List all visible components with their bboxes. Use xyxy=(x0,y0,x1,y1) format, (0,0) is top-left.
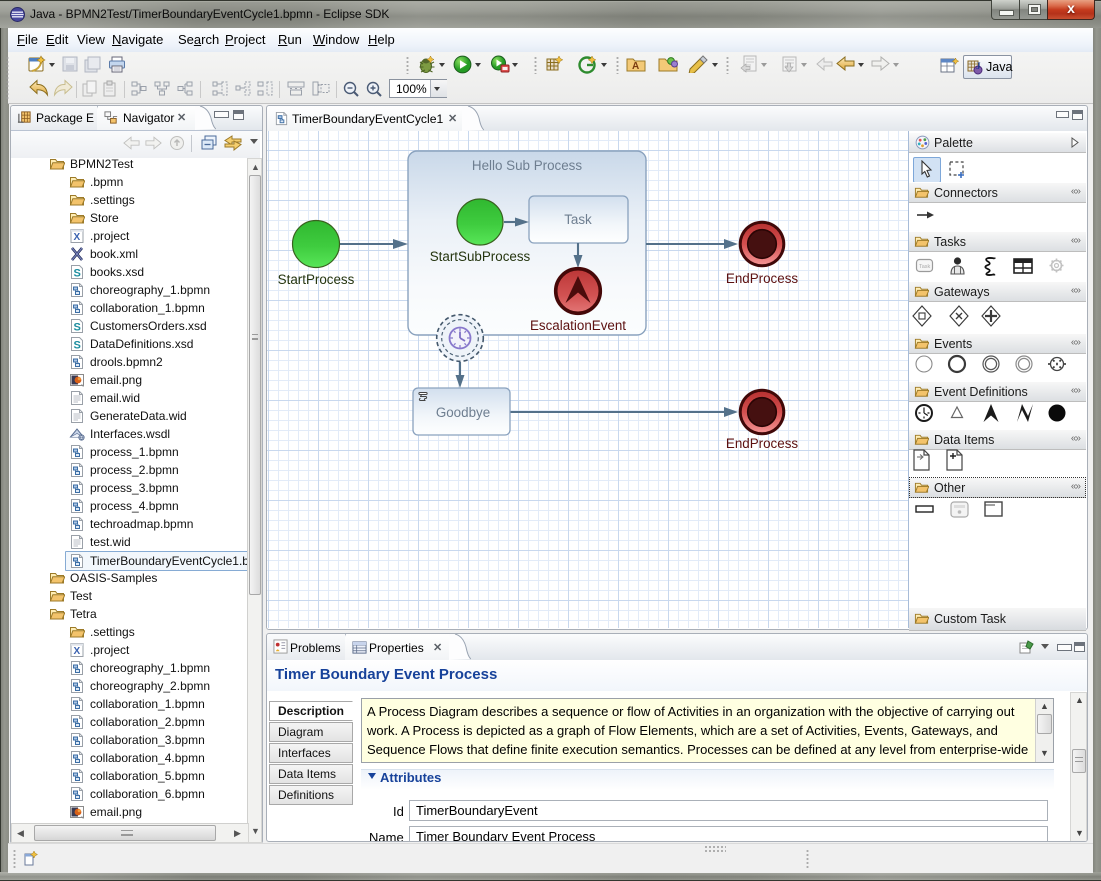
svg-text:J: J xyxy=(976,61,981,71)
svg-text:StartProcess: StartProcess xyxy=(278,272,355,287)
svg-text:Task: Task xyxy=(564,212,592,227)
svg-text:StartSubProcess: StartSubProcess xyxy=(430,249,531,264)
svg-text:Goodbye: Goodbye xyxy=(436,405,490,420)
svg-text:Task: Task xyxy=(919,264,931,270)
svg-text:EscalationEvent: EscalationEvent xyxy=(530,318,626,333)
svg-text:A: A xyxy=(632,61,639,72)
svg-text:EndProcess: EndProcess xyxy=(726,436,799,451)
svg-text:EndProcess: EndProcess xyxy=(726,271,799,286)
svg-text:Hello Sub Process: Hello Sub Process xyxy=(472,158,582,173)
